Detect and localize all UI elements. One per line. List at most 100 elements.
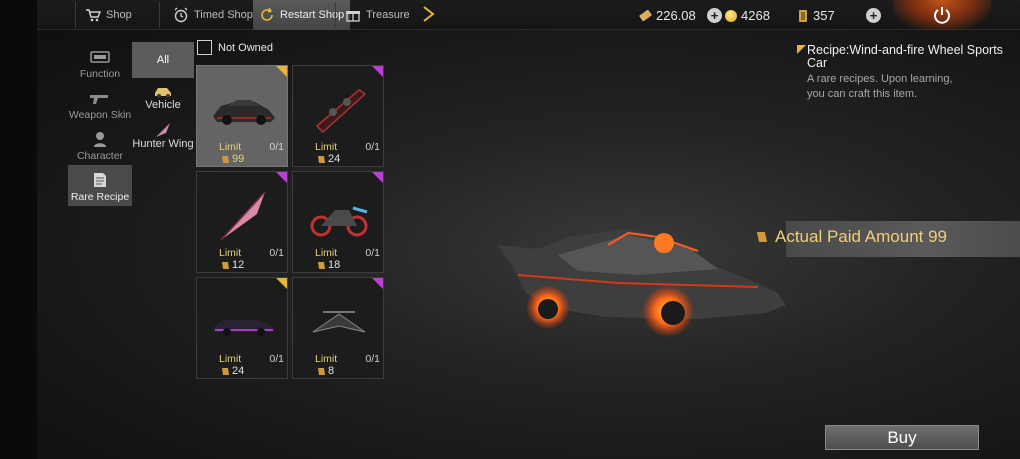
- wing-icon: [152, 122, 174, 138]
- category-label: Character: [76, 150, 124, 162]
- item-title: Recipe:Wind-and-fire Wheel Sports Car: [797, 44, 1012, 70]
- rarity-flag-icon: [797, 45, 806, 54]
- item-price: 8: [317, 365, 334, 377]
- currency-icon: [222, 367, 229, 375]
- item-card-wind-and-fire-car[interactable]: Limit 0/1 99: [196, 65, 288, 167]
- token-balance: 357: [797, 8, 835, 23]
- item-card-drone-wing[interactable]: Limit 0/1 8: [292, 277, 384, 379]
- add-currency-button[interactable]: +: [707, 8, 722, 23]
- tab-label: Shop: [106, 9, 132, 21]
- currency-icon: [757, 232, 767, 242]
- currency-icon: [318, 367, 325, 375]
- cart-icon: [85, 7, 101, 23]
- rarity-corner: [276, 172, 287, 183]
- item-card-neon-car[interactable]: Limit 0/1 24: [196, 277, 288, 379]
- description-line: A rare recipes. Upon learning,: [807, 73, 953, 85]
- currency-icon: [318, 155, 325, 163]
- coin-balance: 4268: [725, 8, 770, 23]
- limit-label: Limit: [315, 353, 338, 365]
- category-label: Weapon Skin: [68, 109, 132, 121]
- limit-label: Limit: [315, 141, 338, 153]
- description-line: you can craft this item.: [807, 88, 918, 100]
- limit-label: Limit: [219, 247, 242, 259]
- category-rare-recipe[interactable]: Rare Recipe: [68, 165, 132, 206]
- item-card-motorcycle[interactable]: Limit 0/1 18: [292, 171, 384, 273]
- restart-icon: [259, 7, 275, 23]
- left-edge: [0, 0, 37, 459]
- price-value: 18: [328, 259, 341, 271]
- item-price: 24: [221, 365, 244, 377]
- owned-count: 0/1: [269, 141, 284, 153]
- power-icon: [934, 7, 950, 24]
- paid-amount-banner: Actual Paid Amount 99: [752, 221, 1020, 257]
- tab-divider: [159, 2, 160, 28]
- price-value: 12: [232, 259, 245, 271]
- limit-label: Limit: [219, 141, 242, 153]
- price-value: 8: [328, 365, 335, 377]
- limit-label: Limit: [219, 353, 242, 365]
- item-title-text: Recipe:Wind-and-fire Wheel Sports Car: [807, 43, 1003, 70]
- currency-icon: [222, 155, 229, 163]
- owned-count: 0/1: [269, 353, 284, 365]
- function-icon: [89, 48, 111, 66]
- coin-icon: [725, 9, 737, 22]
- owned-count: 0/1: [365, 247, 380, 259]
- tab-timed-shop[interactable]: Timed Shop: [173, 0, 253, 30]
- subcategory-label: All: [156, 54, 170, 66]
- category-nav: Function Weapon Skin Character Rare Reci…: [68, 42, 132, 206]
- category-label: Rare Recipe: [70, 191, 130, 203]
- glider-board-icon: [315, 89, 367, 134]
- owned-count: 0/1: [365, 353, 380, 365]
- ticket-amount: 226.08: [656, 8, 696, 23]
- item-price: 18: [317, 259, 340, 271]
- rarity-corner: [276, 278, 287, 289]
- gun-icon: [89, 89, 111, 107]
- subcategory-hunter-wing[interactable]: Hunter Wing: [132, 116, 194, 156]
- more-tabs-arrow-icon[interactable]: [422, 6, 436, 22]
- item-card-glider-board[interactable]: Limit 0/1 24: [292, 65, 384, 167]
- coin-amount: 4268: [741, 8, 770, 23]
- ticket-icon: [639, 9, 652, 22]
- alarm-clock-icon: [173, 7, 189, 23]
- tab-shop[interactable]: Shop: [85, 0, 132, 30]
- price-value: 99: [232, 153, 245, 165]
- buy-button[interactable]: Buy: [825, 425, 979, 450]
- tab-label: Treasure: [366, 9, 410, 21]
- character-icon: [89, 130, 111, 148]
- item-price: 12: [221, 259, 244, 271]
- tab-treasure[interactable]: Treasure: [345, 0, 410, 30]
- item-price: 24: [317, 153, 340, 165]
- neon-car-icon: [213, 320, 275, 336]
- tab-label: Timed Shop: [194, 9, 253, 21]
- owned-count: 0/1: [269, 247, 284, 259]
- top-bar: Shop Timed Shop Restart Shop Treasure 22…: [37, 0, 1020, 30]
- item-detail: Recipe:Wind-and-fire Wheel Sports Car A …: [797, 44, 1012, 102]
- category-character[interactable]: Character: [68, 124, 132, 165]
- subcategory-label: Vehicle: [145, 99, 181, 111]
- price-value: 24: [232, 365, 245, 377]
- subcategory-all[interactable]: All: [132, 42, 194, 78]
- exit-button[interactable]: [893, 0, 991, 30]
- blade-wing-icon: [220, 191, 266, 241]
- not-owned-checkbox[interactable]: [197, 40, 212, 55]
- recipe-icon: [89, 171, 111, 189]
- drone-wing-icon: [312, 311, 366, 333]
- motorcycle-icon: [310, 206, 368, 237]
- not-owned-filter[interactable]: Not Owned: [197, 40, 273, 55]
- sports-car-icon: [213, 100, 275, 125]
- category-weapon-skin[interactable]: Weapon Skin: [68, 83, 132, 124]
- tab-divider: [335, 2, 336, 28]
- token-icon: [799, 9, 807, 22]
- category-function[interactable]: Function: [68, 42, 132, 83]
- item-card-blade-wing[interactable]: Limit 0/1 12: [196, 171, 288, 273]
- rarity-corner: [372, 172, 383, 183]
- subcategory-nav: All Vehicle Hunter Wing: [132, 42, 194, 156]
- gift-icon: [345, 7, 361, 23]
- currency-icon: [222, 261, 229, 269]
- add-token-button[interactable]: +: [866, 8, 881, 23]
- currency-icon: [318, 261, 325, 269]
- item-price: 99: [221, 153, 244, 165]
- tab-divider: [75, 2, 76, 28]
- rarity-corner: [372, 66, 383, 77]
- subcategory-vehicle[interactable]: Vehicle: [132, 78, 194, 116]
